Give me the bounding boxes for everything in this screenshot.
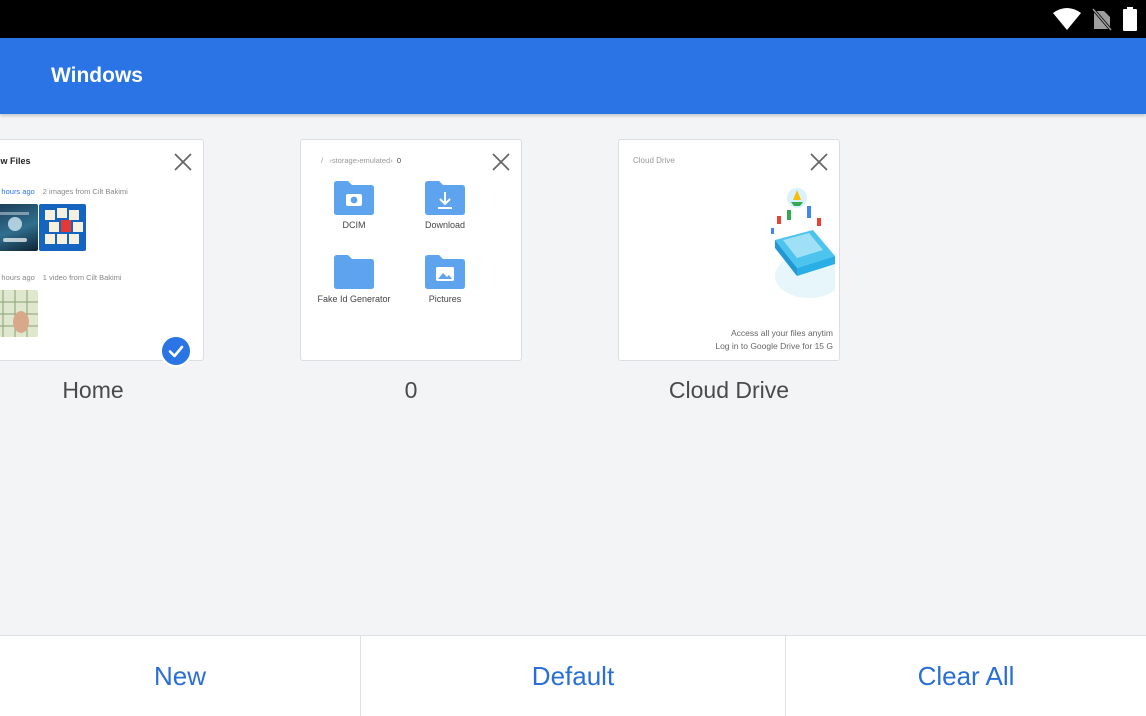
- no-sim-icon: [1092, 8, 1112, 31]
- group-time: 18 hours ago: [0, 273, 35, 282]
- window-preview-home[interactable]: New Files 18 hours ago 2 images from Cilt…: [0, 139, 204, 361]
- folder-item[interactable]: Download: [400, 180, 490, 230]
- window-preview-cloud-drive[interactable]: Cloud Drive Access all your files anytim…: [618, 139, 840, 361]
- camera-folder-icon: [334, 181, 374, 215]
- folder-label: Fake Id Generator: [317, 294, 391, 304]
- status-bar: [0, 0, 1146, 38]
- pictures-folder-icon: [425, 255, 465, 289]
- status-icons: [1052, 6, 1138, 32]
- bottom-action-bar: New Default Clear All: [0, 635, 1146, 716]
- new-files-heading: New Files: [0, 156, 31, 166]
- image-thumbnail[interactable]: [39, 204, 86, 251]
- video-thumbnail[interactable]: [0, 290, 38, 337]
- clear-all-button[interactable]: Clear All: [786, 636, 1146, 716]
- folder-label: DCIM: [342, 220, 366, 230]
- group-desc: 1 video from Cilt Bakimi: [42, 273, 122, 282]
- new-files-group: 18 hours ago 2 images from Cilt Bakimi: [0, 187, 128, 196]
- folder-icon: [334, 255, 374, 289]
- group-time: 18 hours ago: [0, 187, 35, 196]
- folder-item[interactable]: DCIM: [309, 180, 399, 230]
- window-preview-storage[interactable]: / ›storage›emulated› 0 DCIM Download Fak…: [300, 139, 522, 361]
- window-label: Cloud Drive: [668, 377, 790, 403]
- window-label: 0: [404, 377, 418, 403]
- selected-check-icon: [160, 335, 192, 367]
- cloud-drive-heading: Cloud Drive: [633, 156, 675, 165]
- battery-icon: [1123, 7, 1137, 31]
- window-card-storage[interactable]: / ›storage›emulated› 0 DCIM Download Fak…: [300, 139, 522, 404]
- new-files-group: 18 hours ago 1 video from Cilt Bakimi: [0, 273, 122, 282]
- window-card-cloud-drive[interactable]: Cloud Drive Access all your files anytim…: [618, 139, 840, 404]
- close-icon[interactable]: [171, 150, 195, 174]
- folder-item[interactable]: Fake Id Generator: [309, 254, 399, 304]
- page-title: Windows: [51, 64, 143, 87]
- app-bar: Windows: [0, 38, 1146, 114]
- image-thumbnail[interactable]: [0, 204, 38, 251]
- new-window-button[interactable]: New: [0, 636, 361, 716]
- folder-label: Download: [424, 220, 466, 230]
- cloud-drive-line: Access all your files anytim: [730, 328, 833, 338]
- close-icon[interactable]: [489, 150, 513, 174]
- breadcrumb: / ›storage›emulated› 0: [321, 156, 402, 165]
- folder-label: Pictures: [428, 294, 462, 304]
- default-button[interactable]: Default: [361, 636, 786, 716]
- window-card-home[interactable]: New Files 18 hours ago 2 images from Cilt…: [0, 139, 204, 404]
- cloud-illustration: [771, 188, 835, 298]
- group-desc: 2 images from Cilt Bakimi: [42, 187, 128, 196]
- window-label: Home: [62, 377, 124, 403]
- download-folder-icon: [425, 181, 465, 215]
- close-icon[interactable]: [807, 150, 831, 174]
- folder-item[interactable]: Pictures: [400, 254, 490, 304]
- cloud-drive-line: Log in to Google Drive for 15 G: [715, 341, 833, 351]
- wifi-icon: [1053, 8, 1081, 30]
